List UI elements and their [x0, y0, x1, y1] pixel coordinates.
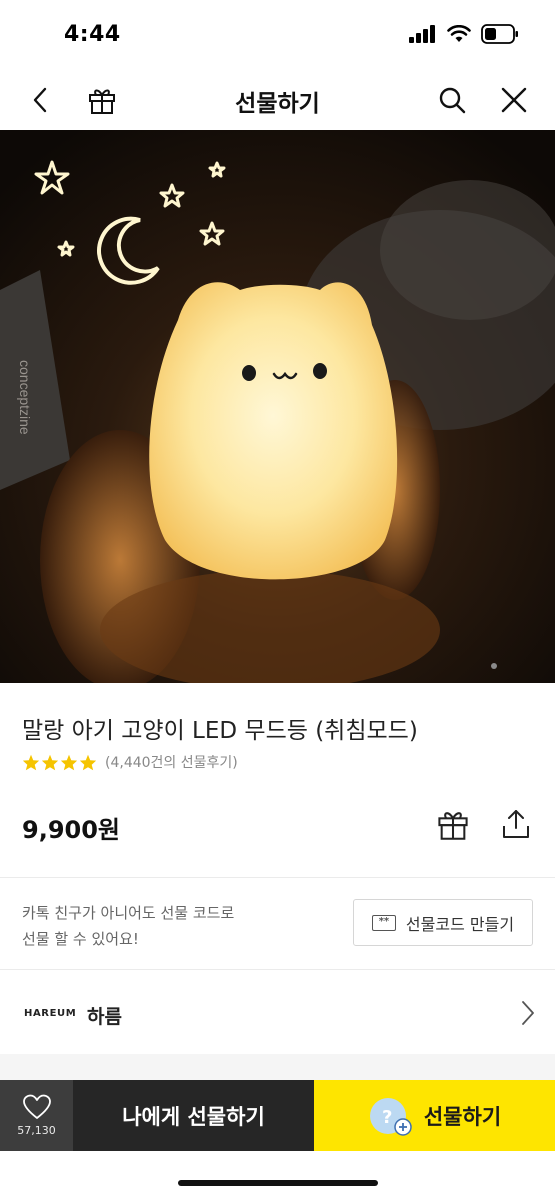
- gift-icon: [89, 89, 115, 114]
- gift-icon: [438, 812, 468, 840]
- brand-logo: HAREUM: [24, 1008, 77, 1019]
- share-button[interactable]: [496, 804, 536, 844]
- create-gift-code-label: 선물코드 만들기: [405, 914, 515, 934]
- brand-row[interactable]: HAREUM 하름: [0, 972, 555, 1054]
- share-icon: [503, 810, 529, 838]
- star-icon: [60, 754, 78, 770]
- wish-button[interactable]: 57,130: [0, 1080, 73, 1151]
- close-button[interactable]: [492, 78, 536, 122]
- send-gift-button[interactable]: ? 선물하기: [314, 1080, 555, 1151]
- wifi-icon: [447, 25, 471, 42]
- close-icon: [501, 87, 527, 113]
- chevron-right-icon: [522, 1001, 534, 1025]
- gift-wish-button[interactable]: [433, 804, 473, 844]
- gift-code-line1: 카톡 친구가 아니어도 선물 코드로: [22, 904, 235, 922]
- gift-code-line2: 선물 할 수 있어요!: [22, 930, 139, 948]
- bottom-action-bar: 57,130 나에게 선물하기 ? 선물하기: [0, 1080, 555, 1200]
- home-indicator: [178, 1180, 378, 1186]
- rating-row[interactable]: (4,440건의 선물후기): [22, 752, 238, 772]
- battery-icon: [481, 24, 518, 44]
- section-spacer: [0, 1054, 555, 1080]
- gift-box-button[interactable]: [80, 78, 124, 122]
- create-gift-code-button[interactable]: ** 선물코드 만들기: [353, 899, 533, 946]
- status-icons: [409, 24, 519, 44]
- search-button[interactable]: [430, 78, 474, 122]
- gift-to-self-button[interactable]: 나에게 선물하기: [73, 1080, 314, 1151]
- product-title: 말랑 아기 고양이 LED 무드등 (취침모드): [22, 718, 418, 744]
- heart-icon: [22, 1094, 51, 1119]
- status-bar: 4:44: [0, 0, 555, 72]
- search-icon: [439, 87, 466, 114]
- star-icon: [22, 754, 40, 770]
- gift-code-icon: **: [371, 914, 396, 931]
- signal-icon: [409, 25, 435, 43]
- star-icon: [41, 754, 59, 770]
- divider: [0, 969, 555, 970]
- status-time: 4:44: [64, 22, 121, 47]
- nav-bar: 선물하기: [0, 72, 555, 128]
- send-gift-label: 선물하기: [423, 1104, 502, 1129]
- chevron-left-icon: [33, 87, 47, 113]
- divider: [0, 877, 555, 878]
- star-icon: [79, 754, 97, 770]
- product-image[interactable]: conceptzine: [0, 130, 555, 683]
- product-price: 9,900원: [22, 816, 120, 844]
- rating-stars: [22, 754, 97, 771]
- carousel-indicator: [491, 663, 497, 669]
- friend-add-icon: ?: [369, 1097, 412, 1136]
- gift-code-description: 카톡 친구가 아니어도 선물 코드로 선물 할 수 있어요!: [22, 900, 234, 952]
- svg-text:?: ?: [382, 1107, 392, 1128]
- back-button[interactable]: [18, 78, 62, 122]
- brand-name: 하름: [87, 1006, 122, 1028]
- product-photo: conceptzine: [0, 130, 555, 683]
- review-count[interactable]: (4,440건의 선물후기): [105, 752, 238, 772]
- card-text: conceptzine: [17, 360, 33, 435]
- wish-count: 57,130: [17, 1124, 56, 1137]
